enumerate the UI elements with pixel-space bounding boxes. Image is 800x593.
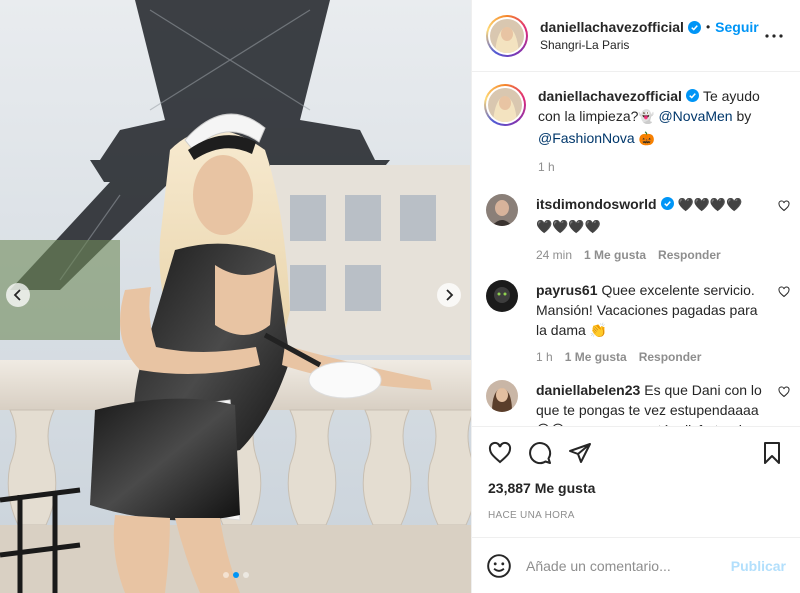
reply-button[interactable]: Responder — [658, 248, 721, 262]
carousel-dot — [222, 572, 229, 578]
carousel-next-button[interactable] — [437, 283, 461, 307]
verified-badge-icon — [685, 89, 699, 102]
heart-icon[interactable] — [778, 386, 790, 398]
caption-username[interactable]: daniellachavezofficial — [538, 88, 682, 104]
commenter-username[interactable]: payrus61 — [536, 282, 597, 298]
carousel-dots — [0, 572, 471, 578]
comment-button[interactable] — [520, 433, 560, 473]
caption-age[interactable]: 1 h — [538, 160, 555, 174]
comment-likes[interactable]: 1 Me gusta — [565, 350, 627, 364]
post-header: daniellachavezofficial • Seguir Shangri-… — [472, 0, 800, 72]
caption-text: daniellachavezofficial Te ayudo con la li… — [538, 86, 762, 150]
post-caption: daniellachavezofficial Te ayudo con la li… — [484, 84, 784, 174]
carousel-dot-active — [232, 572, 239, 578]
mention-novamen[interactable]: @NovaMen — [658, 108, 732, 124]
commenter-username[interactable]: itsdimondosworld — [536, 196, 657, 212]
comment-icon — [529, 441, 552, 464]
caption-by: by — [736, 108, 752, 124]
heart-icon — [488, 441, 512, 463]
add-comment-bar: Publicar — [472, 537, 800, 593]
author-avatar[interactable] — [486, 14, 528, 57]
comment-age[interactable]: 1 h — [536, 350, 553, 364]
comment-item: daniellabelen23 Es que Dani con lo que te… — [486, 380, 790, 426]
like-button[interactable] — [480, 433, 520, 473]
post-side-panel: daniellachavezofficial • Seguir Shangri-… — [471, 0, 800, 593]
follow-button[interactable]: Seguir — [715, 19, 759, 35]
commenter-username[interactable]: daniellabelen23 — [536, 382, 640, 398]
commenter-avatar[interactable] — [486, 280, 518, 312]
emoji-icon[interactable] — [486, 553, 512, 579]
heart-icon[interactable] — [778, 200, 790, 212]
post-photo[interactable] — [0, 0, 471, 593]
heart-icon[interactable] — [778, 286, 790, 298]
publish-button[interactable]: Publicar — [731, 558, 786, 574]
comment-likes[interactable]: 1 Me gusta — [584, 248, 646, 262]
carousel-prev-button[interactable] — [6, 283, 30, 307]
save-button[interactable] — [752, 433, 792, 473]
likes-count[interactable]: 23,887 Me gusta — [472, 480, 800, 496]
verified-badge-icon — [660, 197, 674, 210]
comments-list[interactable]: daniellachavezofficial Te ayudo con la li… — [472, 72, 800, 426]
mention-fashionnova[interactable]: @FashionNova — [538, 130, 635, 146]
more-options-icon — [765, 33, 783, 38]
chevron-right-icon — [446, 289, 454, 301]
caption-author-avatar[interactable] — [484, 84, 526, 126]
photo-scene — [0, 0, 471, 593]
bookmark-icon — [764, 441, 780, 464]
share-button[interactable] — [560, 433, 600, 473]
ghost-emoji: 👻 — [638, 110, 655, 125]
share-icon — [569, 442, 591, 463]
chevron-left-icon — [13, 289, 21, 301]
author-username[interactable]: daniellachavezofficial — [540, 19, 684, 35]
post-container: daniellachavezofficial • Seguir Shangri-… — [0, 0, 800, 593]
carousel-dot — [242, 572, 249, 578]
separator-dot: • — [705, 20, 711, 34]
commenter-avatar[interactable] — [486, 380, 518, 412]
comment-item: itsdimondosworld 🖤🖤🖤🖤 🖤🖤🖤🖤 24 min 1 Me gu… — [486, 194, 790, 262]
reply-button[interactable]: Responder — [639, 350, 702, 364]
comment-age[interactable]: 24 min — [536, 248, 572, 262]
action-bar — [472, 426, 800, 478]
verified-badge-icon — [687, 20, 701, 34]
comment-item: payrus61 Quee excelente servicio. Mansión… — [486, 280, 790, 364]
posted-time[interactable]: HACE UNA HORA — [472, 510, 800, 521]
more-options-button[interactable] — [762, 24, 786, 48]
commenter-avatar[interactable] — [486, 194, 518, 226]
pumpkin-emoji: 🎃 — [638, 132, 655, 147]
comment-input[interactable] — [526, 557, 731, 574]
post-location[interactable]: Shangri-La Paris — [540, 38, 762, 52]
